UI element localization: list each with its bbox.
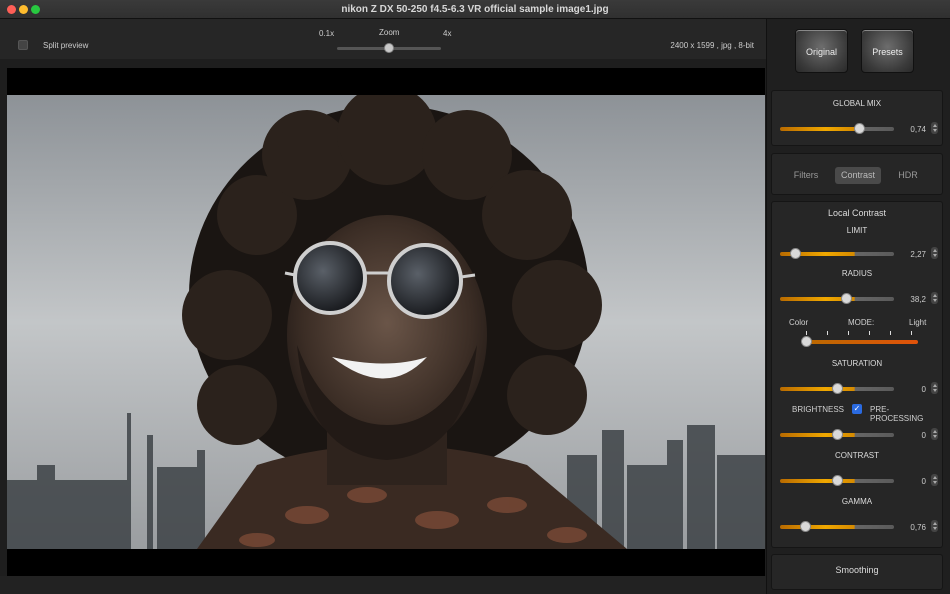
stepper-icon[interactable] <box>931 382 938 394</box>
zoom-slider-thumb[interactable] <box>384 43 394 53</box>
zoom-label: Zoom <box>379 28 400 37</box>
smoothing-title: Smoothing <box>835 565 879 575</box>
mode-tick <box>806 331 807 335</box>
zoom-min-label: 0.1x <box>319 29 335 38</box>
stepper-icon[interactable] <box>931 122 938 134</box>
mode-track[interactable] <box>802 340 918 344</box>
saturation-value[interactable]: 0 <box>896 385 926 394</box>
preview-image <box>7 95 765 549</box>
presets-button[interactable]: Presets <box>861 29 914 73</box>
radius-track[interactable] <box>780 297 894 301</box>
saturation-label: SATURATION <box>831 359 883 368</box>
local-contrast-title: Local Contrast <box>827 208 887 218</box>
checkmark-icon: ✓ <box>853 404 861 413</box>
contrast-label: CONTRAST <box>835 451 879 460</box>
stepper-icon[interactable] <box>931 520 938 532</box>
mode-tick <box>848 331 849 335</box>
adjustment-panel: Original Presets GLOBAL MIX 0,74 Filters… <box>766 19 950 594</box>
toolbar: Split preview 0.1x Zoom 4x 2400 x 1599 ,… <box>0 19 766 59</box>
gamma-value[interactable]: 0,76 <box>896 523 926 532</box>
radius-thumb[interactable] <box>841 293 852 304</box>
image-canvas[interactable] <box>7 68 765 576</box>
tab-bar: Filters Contrast HDR <box>784 167 934 184</box>
tab-section: Filters Contrast HDR <box>771 153 943 195</box>
mode-label: MODE: <box>848 318 875 327</box>
tab-filters[interactable]: Filters <box>788 167 824 184</box>
gamma-thumb[interactable] <box>800 521 811 532</box>
contrast-thumb[interactable] <box>832 475 843 486</box>
gamma-label: GAMMA <box>841 497 873 506</box>
limit-value[interactable]: 2,27 <box>896 250 926 259</box>
stepper-icon[interactable] <box>931 292 938 304</box>
split-preview-label: Split preview <box>43 41 89 50</box>
mode-tick <box>869 331 870 335</box>
tab-contrast[interactable]: Contrast <box>835 167 881 184</box>
global-mix-title: GLOBAL MIX <box>832 99 882 108</box>
preprocessing-checkbox[interactable]: ✓ <box>852 404 862 414</box>
limit-thumb[interactable] <box>790 248 801 259</box>
image-info: 2400 x 1599 , jpg , 8-bit <box>670 41 754 50</box>
radius-label: RADIUS <box>841 269 873 278</box>
brightness-value[interactable]: 0 <box>896 431 926 440</box>
global-mix-track[interactable] <box>780 127 894 131</box>
zoom-max-label: 4x <box>443 29 452 38</box>
local-contrast-section: Local Contrast LIMIT 2,27 RADIUS 38,2 Co… <box>771 201 943 548</box>
radius-value[interactable]: 38,2 <box>896 295 926 304</box>
mode-tick <box>827 331 828 335</box>
window-title: nikon Z DX 50-250 f4.5-6.3 VR official s… <box>341 4 609 15</box>
preprocessing-label: PRE-PROCESSING <box>870 405 924 423</box>
stepper-icon[interactable] <box>931 428 938 440</box>
gamma-track[interactable] <box>780 525 894 529</box>
stepper-icon[interactable] <box>931 474 938 486</box>
title-bar: nikon Z DX 50-250 f4.5-6.3 VR official s… <box>0 0 950 19</box>
limit-label: LIMIT <box>846 226 868 235</box>
smoothing-section[interactable]: Smoothing <box>771 554 943 590</box>
split-preview-checkbox[interactable] <box>18 40 28 50</box>
mode-left-label: Color <box>789 318 809 327</box>
contrast-value[interactable]: 0 <box>896 477 926 486</box>
mode-tick <box>890 331 891 335</box>
stepper-icon[interactable] <box>931 247 938 259</box>
brightness-thumb[interactable] <box>832 429 843 440</box>
saturation-thumb[interactable] <box>832 383 843 394</box>
global-mix-value[interactable]: 0,74 <box>896 125 926 134</box>
status-bar <box>0 576 766 594</box>
global-mix-section: GLOBAL MIX 0,74 <box>771 90 943 146</box>
mode-tick <box>911 331 912 335</box>
mode-right-label: Light <box>909 318 927 327</box>
mode-thumb[interactable] <box>801 336 812 347</box>
global-mix-thumb[interactable] <box>854 123 865 134</box>
brightness-label: BRIGHTNESS <box>792 405 845 414</box>
tab-hdr[interactable]: HDR <box>888 167 928 184</box>
original-button[interactable]: Original <box>795 29 848 73</box>
